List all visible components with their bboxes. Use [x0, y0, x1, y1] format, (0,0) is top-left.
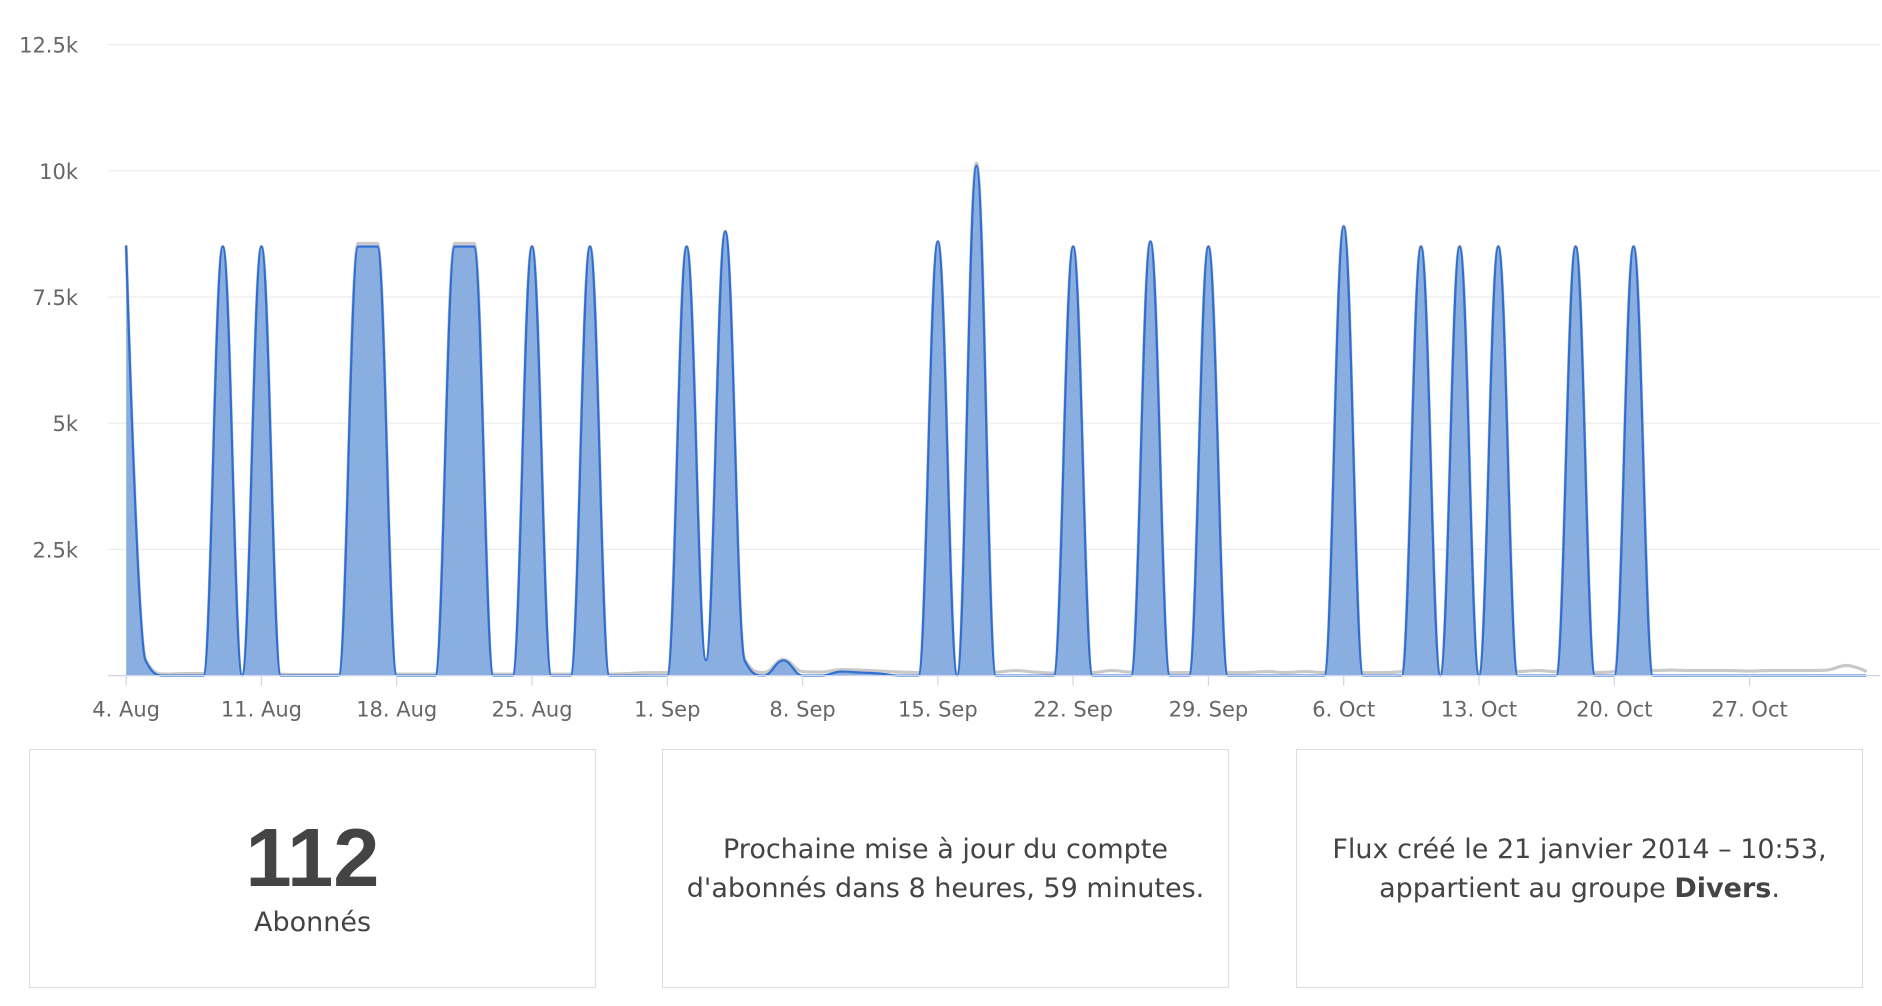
y-tick-label: 5k [52, 412, 78, 436]
x-tick-label: 27. Oct [1711, 698, 1787, 722]
group-prefix: appartient au groupe [1379, 872, 1675, 904]
subscriber-count: 112 [245, 811, 380, 904]
series-1-data-point [1340, 222, 1348, 230]
series-1-data-point [354, 243, 362, 251]
series-1-data-point [973, 162, 981, 170]
series-group [122, 161, 1868, 678]
y-tick-label: 10k [39, 160, 79, 184]
x-tick-label: 8. Sep [769, 698, 835, 722]
series-1-data-point [451, 243, 459, 251]
series-1-data-point [683, 243, 691, 251]
series-1-data-point [219, 243, 227, 251]
group-suffix: . [1771, 872, 1780, 904]
x-axis: 4. Aug 11. Aug 18. Aug 25. Aug 1. Sep 8. Sep 1… [92, 674, 1880, 722]
series-1-data-point [721, 227, 729, 235]
series-1-data-point [122, 243, 130, 251]
series-1-data-point [257, 243, 265, 251]
next-update-card: Prochaine mise à jour du compte d'abonné… [662, 749, 1229, 988]
y-tick-label: 7.5k [32, 286, 78, 310]
feed-created-card: Flux créé le 21 janvier 2014 – 10:53, ap… [1296, 749, 1863, 988]
subscribers-chart[interactable]: 2.5k 5k 7.5k 10k 12.5k 4. Aug 11. Aug 18. Aug 25… [0, 0, 1882, 740]
feed-created-line-2: appartient au groupe Divers. [1379, 869, 1780, 908]
series-1-data-point [373, 243, 381, 251]
x-tick-label: 22. Sep [1033, 698, 1113, 722]
x-tick-label: 18. Aug [356, 698, 437, 722]
series-1-data-point [1630, 243, 1638, 251]
x-tick-label: 29. Sep [1169, 698, 1249, 722]
series-1-data-point [586, 243, 594, 251]
subscribers-card: 112 Abonnés [29, 749, 596, 988]
y-axis-labels: 2.5k 5k 7.5k 10k 12.5k [19, 34, 79, 563]
y-tick-label: 12.5k [19, 34, 79, 58]
x-tick-label: 13. Oct [1441, 698, 1517, 722]
x-tick-label: 11. Aug [221, 698, 302, 722]
series-1-data-point [876, 670, 884, 678]
series-1-data-point [1146, 237, 1154, 245]
group-name: Divers [1674, 872, 1772, 904]
series-2-data-point [1842, 662, 1850, 670]
series-1-data-point [1572, 243, 1580, 251]
series-1-data-point [741, 656, 749, 664]
series-1-data-point [141, 656, 149, 664]
series-1-data-point [1494, 243, 1502, 251]
series-1-data-point [1069, 243, 1077, 251]
series-1-data-point [702, 656, 710, 664]
series-1-data-point [837, 668, 845, 676]
series-1-data-point [1417, 243, 1425, 251]
subscriber-count-label: Abonnés [253, 907, 372, 938]
feed-created-line-1: Flux créé le 21 janvier 2014 – 10:53, [1332, 833, 1827, 865]
next-update-line-1: Prochaine mise à jour du compte [723, 833, 1168, 865]
y-tick-label: 2.5k [32, 538, 78, 562]
series-1-data-point [1456, 243, 1464, 251]
series-1-data-point [934, 237, 942, 245]
x-tick-label: 6. Oct [1312, 698, 1375, 722]
next-update-line-2: d'abonnés dans 8 heures, 59 minutes. [686, 872, 1205, 904]
x-tick-label: 25. Aug [491, 698, 572, 722]
series-1-data-point [470, 243, 478, 251]
x-tick-label: 4. Aug [92, 698, 160, 722]
x-tick-label: 15. Sep [898, 698, 978, 722]
series-1-data-point [1204, 243, 1212, 251]
x-tick-label: 20. Oct [1576, 698, 1652, 722]
x-tick-label: 1. Sep [634, 698, 700, 722]
series-1-data-point [528, 243, 536, 251]
series-1-data-point [779, 656, 787, 664]
